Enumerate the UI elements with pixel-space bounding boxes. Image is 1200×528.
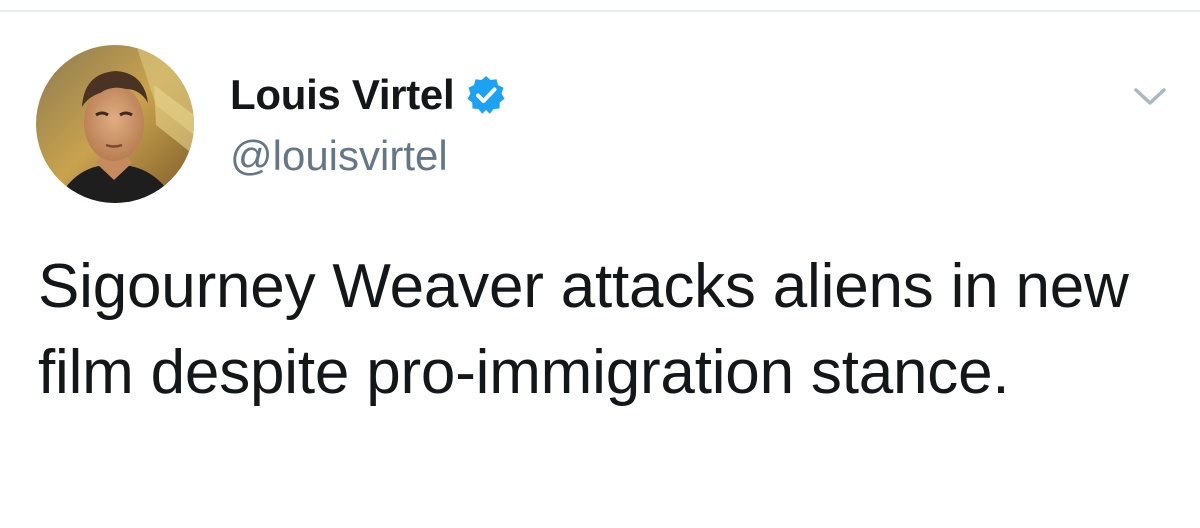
verified-check-icon <box>466 75 506 115</box>
author-handle[interactable]: @louisvirtel <box>230 132 448 180</box>
author-name-row: Louis Virtel <box>230 70 506 120</box>
avatar[interactable] <box>36 45 194 203</box>
top-divider <box>0 0 1200 12</box>
author-name[interactable]: Louis Virtel <box>230 71 455 119</box>
chevron-down-icon[interactable] <box>1128 74 1172 118</box>
tweet-text: Sigourney Weaver attacks aliens in new f… <box>38 252 1129 407</box>
tweet-card: Louis Virtel @louisvirtel Sigourney Weav… <box>0 12 1200 528</box>
